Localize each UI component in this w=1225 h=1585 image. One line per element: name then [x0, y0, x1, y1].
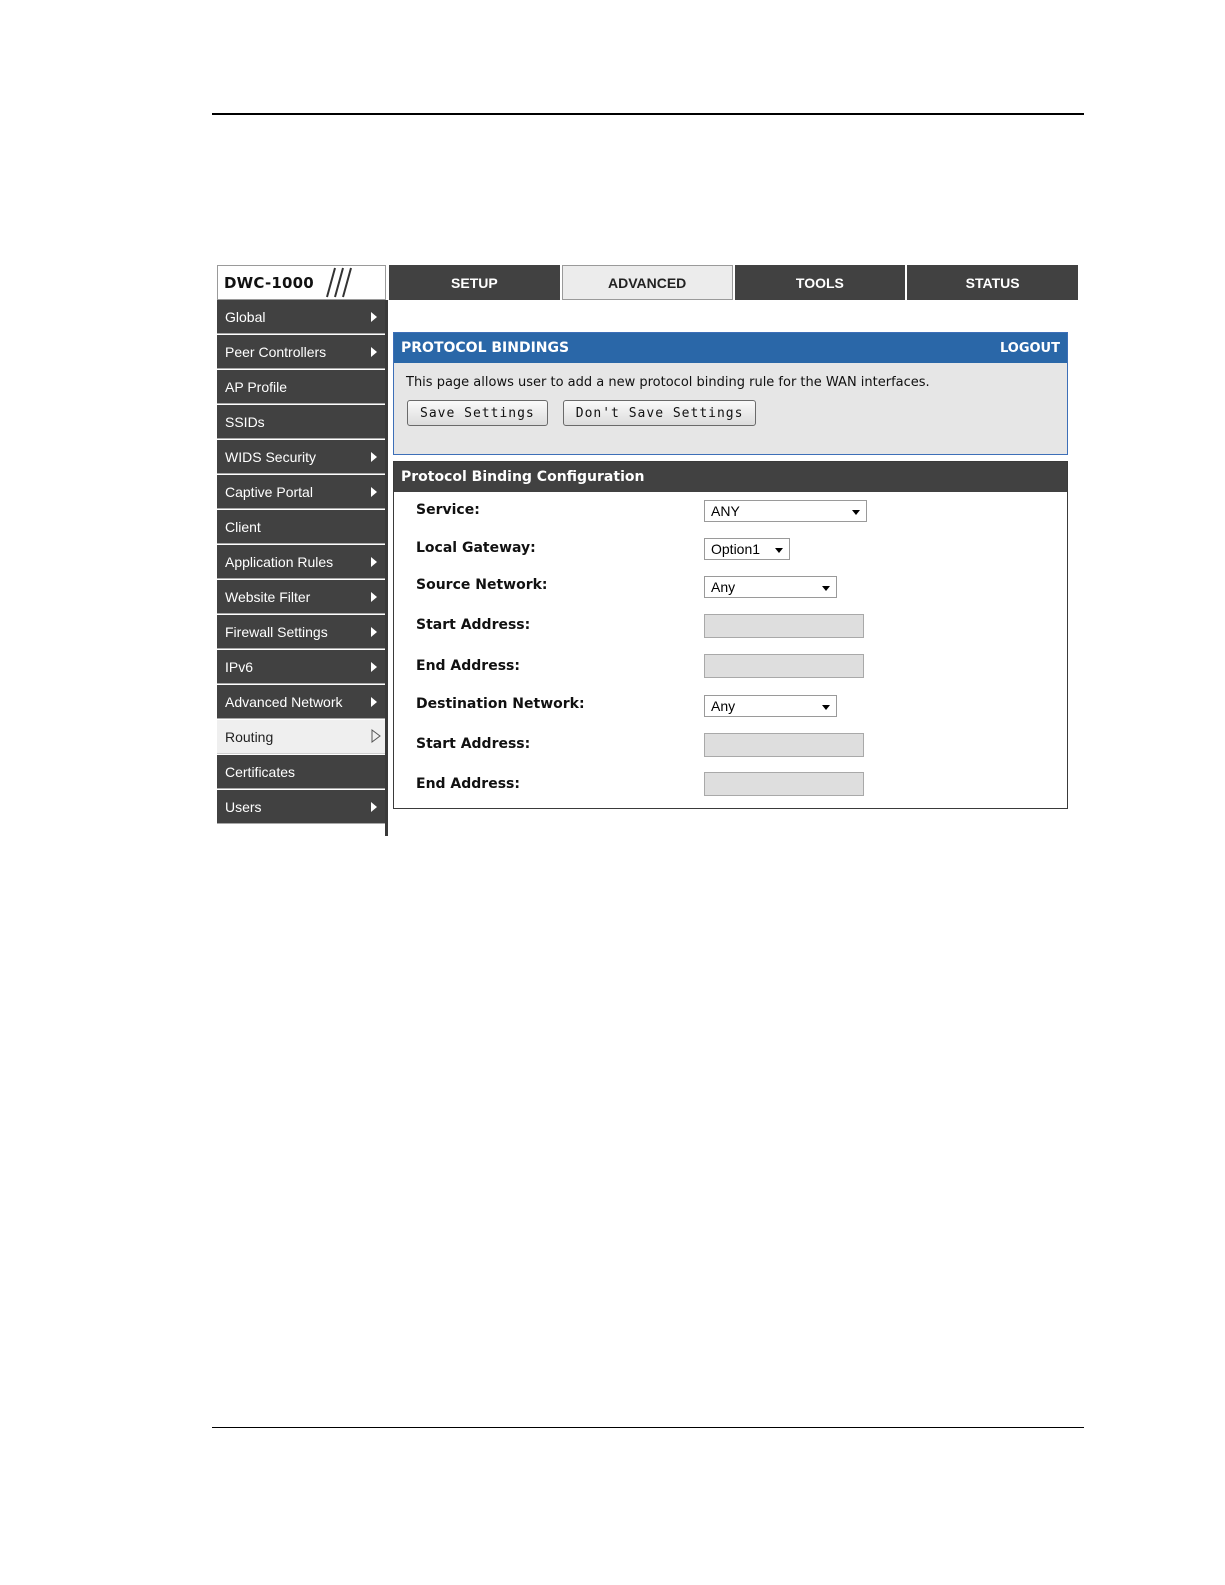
sidebar-item-users[interactable]: Users [217, 790, 385, 824]
sidebar-item-firewall-settings[interactable]: Firewall Settings [217, 615, 385, 649]
service-label: Service: [416, 502, 480, 518]
config-header: Protocol Binding Configuration [394, 462, 1067, 492]
chevron-right-icon [371, 557, 377, 567]
sidebar: Global Peer Controllers AP Profile SSIDs… [217, 300, 388, 836]
sidebar-item-ap-profile[interactable]: AP Profile [217, 370, 385, 404]
chevron-right-icon [371, 802, 377, 812]
tab-advanced[interactable]: ADVANCED [561, 265, 733, 300]
sidebar-item-label: IPv6 [225, 658, 254, 675]
destination-select-value: Any [711, 698, 736, 714]
sidebar-item-ssids[interactable]: SSIDs [217, 405, 385, 439]
chevron-right-icon [371, 592, 377, 602]
page-bottom-rule [212, 1427, 1084, 1428]
button-row: Save Settings Don't Save Settings [407, 400, 1067, 426]
destination-start-address-label: Start Address: [416, 736, 531, 752]
sidebar-item-label: Peer Controllers [225, 343, 327, 360]
chevron-right-icon [371, 312, 377, 322]
sidebar-item-label: Routing [225, 728, 274, 745]
logo: DWC-1000 [217, 265, 386, 300]
local-gateway-select[interactable]: Option1 [704, 538, 790, 560]
app-frame: DWC-1000 SETUP ADVANCED TOOLS STATUS Glo… [217, 265, 1078, 836]
chevron-right-icon [371, 347, 377, 357]
sidebar-item-label: Users [225, 798, 262, 815]
sidebar-item-website-filter[interactable]: Website Filter [217, 580, 385, 614]
sidebar-item-advanced-network[interactable]: Advanced Network [217, 685, 385, 719]
sidebar-item-label: WIDS Security [225, 448, 317, 465]
sidebar-item-routing[interactable]: Routing [217, 720, 385, 754]
destination-start-address-input[interactable] [704, 733, 864, 757]
chevron-right-icon [371, 487, 377, 497]
destination-end-address-input[interactable] [704, 772, 864, 796]
source-network-select[interactable]: Any [704, 576, 837, 598]
service-select[interactable]: ANY [704, 500, 867, 522]
sidebar-item-wids-security[interactable]: WIDS Security [217, 440, 385, 474]
chevron-down-icon [822, 586, 830, 591]
source-select-value: Any [711, 579, 736, 595]
sidebar-item-label: SSIDs [225, 413, 265, 430]
source-network-label: Source Network: [416, 577, 548, 593]
protocol-bindings-panel: PROTOCOL BINDINGS LOGOUT This page allow… [393, 332, 1068, 455]
sidebar-item-peer-controllers[interactable]: Peer Controllers [217, 335, 385, 369]
local-gateway-label: Local Gateway: [416, 540, 536, 556]
logo-text: DWC-1000 [224, 274, 314, 292]
sidebar-item-client[interactable]: Client [217, 510, 385, 544]
destination-network-select[interactable]: Any [704, 695, 837, 717]
sidebar-item-label: Captive Portal [225, 483, 313, 500]
destination-network-label: Destination Network: [416, 696, 585, 712]
chevron-right-icon [371, 662, 377, 672]
panel-title: PROTOCOL BINDINGS [401, 340, 570, 356]
page-description: This page allows user to add a new proto… [406, 375, 930, 390]
sidebar-item-label: Certificates [225, 763, 296, 780]
service-select-value: ANY [711, 503, 740, 519]
sidebar-item-captive-portal[interactable]: Captive Portal [217, 475, 385, 509]
sidebar-item-label: Firewall Settings [225, 623, 328, 640]
chevron-down-icon [775, 548, 783, 553]
chevron-down-icon [852, 510, 860, 515]
tab-status[interactable]: STATUS [907, 265, 1078, 300]
top-nav: SETUP ADVANCED TOOLS STATUS [389, 265, 1078, 300]
sidebar-item-label: Website Filter [225, 588, 311, 605]
chevron-right-icon [371, 452, 377, 462]
logo-slashes-icon [326, 267, 352, 298]
gateway-select-value: Option1 [711, 541, 761, 557]
chevron-right-outline-icon [371, 729, 381, 743]
dont-save-settings-button[interactable]: Don't Save Settings [562, 400, 757, 426]
sidebar-item-application-rules[interactable]: Application Rules [217, 545, 385, 579]
sidebar-item-ipv6[interactable]: IPv6 [217, 650, 385, 684]
panel-header: PROTOCOL BINDINGS LOGOUT [394, 333, 1067, 363]
destination-end-address-label: End Address: [416, 776, 520, 792]
sidebar-item-label: Global [225, 308, 266, 325]
chevron-down-icon [822, 705, 830, 710]
source-end-address-label: End Address: [416, 658, 520, 674]
chevron-right-icon [371, 697, 377, 707]
sidebar-item-global[interactable]: Global [217, 300, 385, 334]
sidebar-item-certificates[interactable]: Certificates [217, 755, 385, 789]
sidebar-item-label: AP Profile [225, 378, 287, 395]
logout-link[interactable]: LOGOUT [1000, 341, 1060, 356]
source-end-address-input[interactable] [704, 654, 864, 678]
source-start-address-input[interactable] [704, 614, 864, 638]
chevron-right-icon [371, 627, 377, 637]
sidebar-item-label: Application Rules [225, 553, 334, 570]
protocol-binding-config-panel: Protocol Binding Configuration Service: … [393, 461, 1068, 809]
tab-tools[interactable]: TOOLS [734, 265, 906, 300]
sidebar-item-label: Advanced Network [225, 693, 343, 710]
source-start-address-label: Start Address: [416, 617, 531, 633]
save-settings-button[interactable]: Save Settings [407, 400, 548, 426]
tab-setup[interactable]: SETUP [389, 265, 560, 300]
sidebar-item-label: Client [225, 518, 261, 535]
page-top-rule [212, 113, 1084, 115]
